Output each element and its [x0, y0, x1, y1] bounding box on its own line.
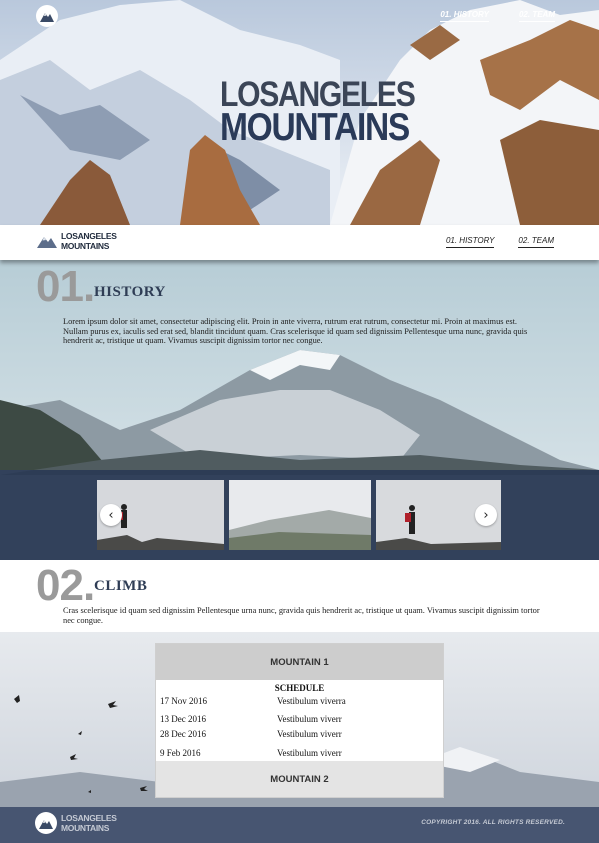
- history-body: Lorem ipsum dolor sit amet, consectetur …: [63, 317, 528, 345]
- climb-number: 02.: [36, 561, 95, 610]
- navbar-links: 01. HISTORY 02. TEAM: [445, 236, 554, 248]
- schedule-heading: SCHEDULE: [274, 683, 325, 693]
- gallery-image-2[interactable]: [229, 480, 371, 550]
- hero-logo-icon[interactable]: [36, 5, 58, 27]
- footer-logo-line2: MOUNTAINS: [61, 823, 110, 833]
- chevron-left-icon: ‹: [108, 507, 114, 523]
- climb-section: 02. CLIMB Cras scelerisque id quam sed d…: [0, 560, 599, 632]
- climb-body: Cras scelerisque id quam sed dignissim P…: [63, 606, 540, 625]
- history-section: 01. HISTORY Lorem ipsum dolor sit amet, …: [0, 260, 599, 560]
- history-title: HISTORY: [94, 284, 166, 300]
- hero-title-line2: MOUNTAINS: [220, 106, 410, 149]
- navbar-link-team[interactable]: 02. TEAM: [518, 236, 554, 248]
- hero-nav: 01. HISTORY 02. TEAM: [440, 10, 555, 22]
- image-gallery: ‹ ›: [0, 470, 599, 560]
- hero-nav-history[interactable]: 01. HISTORY: [440, 10, 489, 22]
- footer-logo-line1: LOSANGELES: [61, 813, 117, 823]
- mountain-logo-icon: [37, 237, 57, 248]
- schedule-table: MOUNTAIN 1 SCHEDULE 17 Nov 2016 Vestibul…: [155, 643, 444, 798]
- row-name: Vestibulum viverr: [277, 714, 342, 724]
- navbar: LOSANGELES MOUNTAINS 01. HISTORY 02. TEA…: [0, 225, 599, 260]
- history-number: 01.: [36, 262, 95, 311]
- row-date: 28 Dec 2016: [160, 729, 206, 739]
- gallery-prev-button[interactable]: ‹: [100, 504, 122, 526]
- mountain1-header[interactable]: MOUNTAIN 1: [156, 644, 443, 680]
- row-date: 9 Feb 2016: [160, 748, 201, 758]
- footer-logo[interactable]: LOSANGELES MOUNTAINS: [35, 812, 117, 834]
- row-date: 13 Dec 2016: [160, 714, 206, 724]
- navbar-logo[interactable]: LOSANGELES MOUNTAINS: [37, 231, 117, 251]
- row-name: Vestibulum viverr: [277, 748, 342, 758]
- navbar-link-history[interactable]: 01. HISTORY: [445, 236, 495, 248]
- copyright-text: COPYRIGHT 2016. ALL RIGHTS RESERVED.: [421, 819, 565, 826]
- hero-title: LOSANGELES MOUNTAINS: [220, 77, 416, 149]
- row-name: Vestibulum viverra: [277, 696, 346, 706]
- mountain2-header[interactable]: MOUNTAIN 2: [156, 761, 443, 797]
- hero-nav-team[interactable]: 02. TEAM: [518, 10, 555, 22]
- row-name: Vestibulum viverr: [277, 729, 342, 739]
- footer: LOSANGELES MOUNTAINS COPYRIGHT 2016. ALL…: [0, 807, 599, 843]
- chevron-right-icon: ›: [483, 507, 489, 523]
- climb-title: CLIMB: [94, 578, 148, 594]
- footer-logo-icon: [35, 812, 57, 834]
- gallery-next-button[interactable]: ›: [475, 504, 497, 526]
- hero-section: 01. HISTORY 02. TEAM LOSANGELES MOUNTAIN…: [0, 0, 599, 225]
- navbar-logo-line2: MOUNTAINS: [61, 241, 110, 251]
- row-date: 17 Nov 2016: [160, 696, 207, 706]
- navbar-logo-line1: LOSANGELES: [61, 231, 117, 241]
